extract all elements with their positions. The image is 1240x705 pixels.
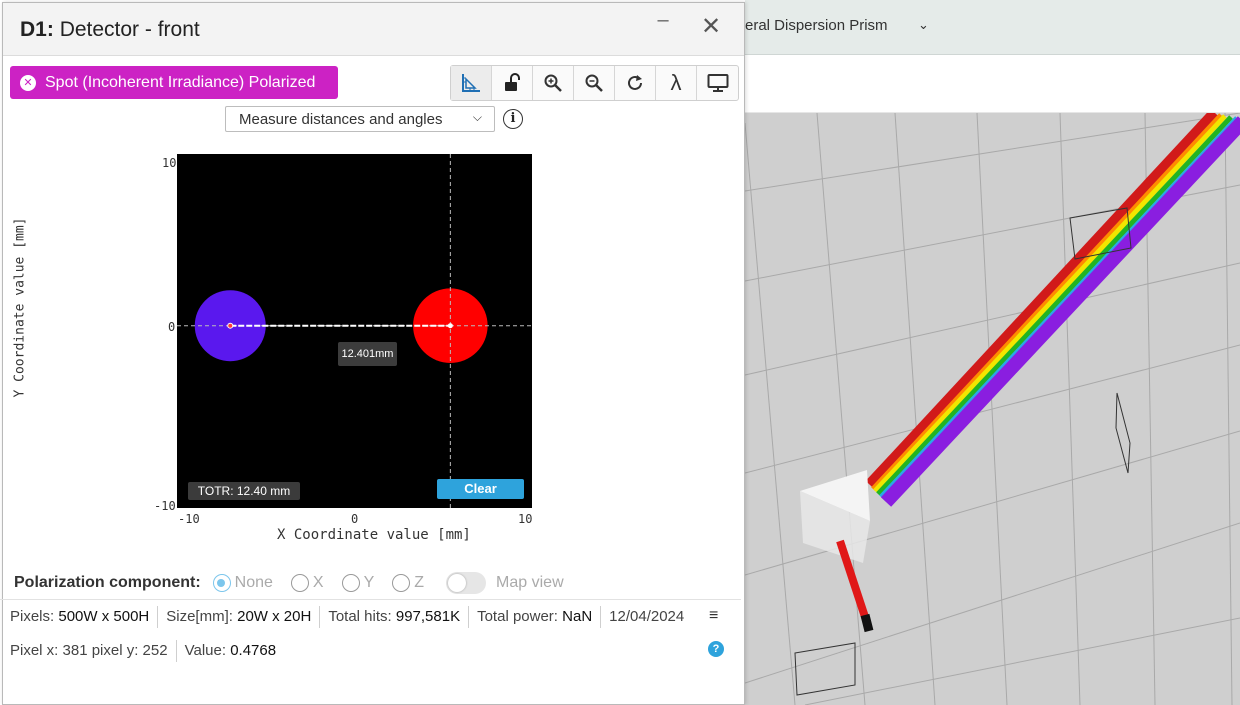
chevron-down-icon[interactable]: ⌄ bbox=[918, 17, 929, 33]
detector-toolbar: λ bbox=[450, 65, 739, 101]
polarization-label: Polarization component: bbox=[14, 574, 201, 591]
pixel-position-cell: Pixel x: 381 pixel y: 252 bbox=[10, 640, 177, 662]
radio-label: X bbox=[312, 574, 324, 591]
unlock-icon[interactable] bbox=[492, 66, 533, 100]
total-power-cell: Total power: NaN bbox=[469, 606, 602, 628]
clear-button[interactable]: Clear bbox=[437, 479, 524, 499]
x-axis-label: X Coordinate value [mm] bbox=[277, 527, 471, 543]
radio-x[interactable]: X bbox=[290, 574, 324, 592]
close-button[interactable]: ✕ bbox=[700, 15, 722, 39]
window-title: D1: Detector - front bbox=[20, 18, 200, 41]
chevron-down-icon: ⌵ bbox=[472, 110, 482, 124]
lambda-icon[interactable]: λ bbox=[656, 66, 697, 100]
minimize-button[interactable]: – bbox=[652, 9, 674, 31]
radio-circle[interactable] bbox=[290, 574, 309, 592]
polarization-row: Polarization component: None X Y Z Map v… bbox=[14, 572, 564, 594]
radio-circle[interactable] bbox=[212, 574, 231, 592]
measurement-point-core bbox=[228, 323, 233, 328]
distance-label: 12.401mm bbox=[338, 342, 397, 366]
y-tick-label: -10 bbox=[154, 499, 176, 513]
y-tick-label: 10 bbox=[162, 156, 177, 170]
radio-label: Y bbox=[363, 574, 375, 591]
3d-scene[interactable] bbox=[745, 113, 1240, 705]
measure-mode-select[interactable]: Measure distances and angles ⌵ bbox=[225, 106, 495, 132]
analysis-type-button[interactable]: ✕ Spot (Incoherent Irradiance) Polarized bbox=[10, 66, 338, 99]
spot-diagram-plot[interactable] bbox=[177, 154, 532, 508]
ruler-icon[interactable] bbox=[451, 66, 492, 100]
y-axis-label: Y Coordinate value [mm] bbox=[12, 217, 28, 398]
radio-circle[interactable] bbox=[392, 574, 411, 592]
project-title[interactable]: eral Dispersion Prism bbox=[745, 17, 888, 34]
status-row-2: Pixel x: 381 pixel y: 252 Value: 0.4768 bbox=[10, 640, 284, 662]
window-titlebar[interactable]: D1: Detector - front – ✕ bbox=[3, 3, 744, 56]
x-tick-label: -10 bbox=[178, 512, 200, 526]
total-hits-cell: Total hits: 997,581K bbox=[320, 606, 470, 628]
value-cell: Value: 0.4768 bbox=[184, 642, 277, 659]
map-view-toggle[interactable] bbox=[446, 572, 487, 594]
map-view-label: Map view bbox=[496, 574, 564, 591]
x-tick-label: 0 bbox=[351, 512, 359, 526]
close-circle-icon[interactable]: ✕ bbox=[20, 74, 36, 91]
measurement-point bbox=[447, 323, 453, 329]
y-tick-label: 0 bbox=[168, 320, 176, 334]
3d-viewport[interactable] bbox=[745, 113, 1240, 705]
radio-circle[interactable] bbox=[341, 574, 360, 592]
radio-label: None bbox=[234, 574, 273, 591]
size-cell: Size[mm]: 20W x 20H bbox=[158, 606, 321, 628]
measure-mode-value: Measure distances and angles bbox=[239, 110, 443, 128]
plot-canvas[interactable] bbox=[177, 154, 532, 508]
totr-label: TOTR: 12.40 mm bbox=[188, 482, 300, 500]
radio-z[interactable]: Z bbox=[392, 574, 424, 592]
refresh-icon[interactable] bbox=[615, 66, 656, 100]
pixels-cell: Pixels: 500W x 500H bbox=[10, 606, 159, 628]
status-row-1: Pixels: 500W x 500H Size[mm]: 20W x 20H … bbox=[10, 606, 692, 628]
analysis-type-label: Spot (Incoherent Irradiance) Polarized bbox=[45, 73, 316, 91]
zoom-in-icon[interactable] bbox=[533, 66, 574, 100]
x-tick-label: 10 bbox=[518, 512, 533, 526]
radio-none[interactable]: None bbox=[212, 574, 273, 592]
monitor-icon[interactable] bbox=[697, 66, 738, 100]
status-bar: Pixels: 500W x 500H Size[mm]: 20W x 20H … bbox=[0, 599, 741, 669]
date-cell: 12/04/2024 bbox=[609, 608, 685, 625]
app-root: eral Dispersion Prism ⌄ D1: Detector - f… bbox=[0, 0, 1240, 705]
radio-label: Z bbox=[414, 574, 425, 591]
zoom-out-icon[interactable] bbox=[574, 66, 615, 100]
background-toolbar bbox=[745, 55, 1240, 113]
menu-icon[interactable]: ≡ bbox=[709, 607, 718, 625]
info-icon[interactable]: i bbox=[503, 109, 523, 129]
radio-y[interactable]: Y bbox=[341, 574, 375, 592]
source-tip bbox=[860, 613, 874, 633]
help-icon[interactable]: ? bbox=[708, 641, 724, 657]
